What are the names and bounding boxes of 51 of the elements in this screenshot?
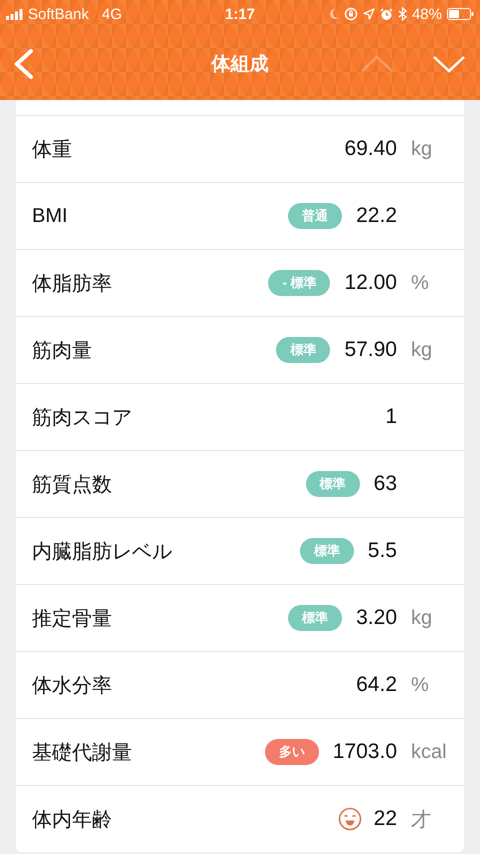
metric-label: 体水分率 (32, 674, 113, 698)
metric-label: BMI (32, 204, 69, 228)
metric-label: 体重 (32, 138, 73, 162)
metric-label: 筋肉スコア (32, 406, 133, 430)
metric-label: 筋肉量 (32, 338, 93, 364)
metric-label: 基礎代謝量 (32, 740, 133, 766)
next-button[interactable] (432, 55, 466, 73)
unit-label: % (411, 674, 429, 696)
status-badge: 標準 (276, 337, 330, 363)
status-time: 1:17 (224, 6, 256, 22)
back-button[interactable] (12, 48, 34, 80)
unit-label: % (411, 272, 429, 294)
screen-title: 体組成 (212, 54, 268, 75)
unit-label: 才 (411, 808, 431, 830)
smiley-icon (338, 807, 362, 831)
rotation-lock-icon (344, 7, 358, 21)
metric-value: 12.00 (344, 271, 397, 295)
metric-value: 1703.0 (332, 740, 397, 764)
metric-label: 内臓脂肪レベル (32, 540, 173, 564)
metric-label: 筋質点数 (32, 472, 113, 498)
metric-value: 22.2 (356, 204, 397, 228)
status-badge: 多い (264, 739, 319, 765)
unit-label: kcal (411, 740, 447, 762)
bluetooth-icon (398, 7, 407, 21)
metric-value: 57.90 (344, 338, 397, 362)
metric-value: 64.2 (356, 673, 397, 697)
metric-label: 体脂肪率 (32, 272, 113, 296)
metric-value: 1 (385, 405, 397, 429)
metric-value: 5.5 (368, 539, 397, 563)
status-badge: 標準 (306, 471, 360, 497)
unit-label: kg (411, 338, 432, 360)
unit-label: kg (411, 606, 432, 628)
alarm-clock-icon (380, 8, 393, 20)
metric-label: 推定骨量 (32, 606, 113, 632)
metric-value: 3.20 (356, 606, 397, 630)
signal-icon (6, 8, 23, 20)
metric-value: 22 (374, 807, 397, 831)
moon-icon (328, 8, 339, 20)
metric-value: 69.40 (344, 137, 397, 161)
carrier-name: SoftBank (28, 6, 89, 22)
location-arrow-icon (362, 8, 375, 20)
network-type: 4G (102, 6, 122, 22)
status-badge: 普通 (288, 203, 342, 229)
battery-percent: 48% (412, 6, 442, 22)
metric-label: 体内年齢 (32, 808, 113, 832)
battery-icon (447, 8, 474, 20)
unit-label: kg (411, 138, 432, 160)
metric-value: 63 (374, 472, 397, 496)
status-badge: 標準 (300, 538, 354, 564)
status-badge: 標準 (288, 605, 342, 631)
status-badge: - 標準 (268, 270, 330, 296)
